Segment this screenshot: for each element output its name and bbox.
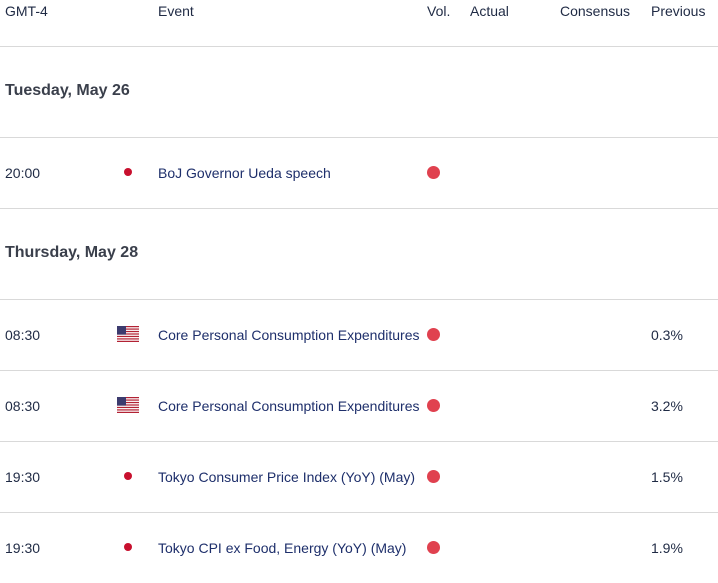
event-row[interactable]: 19:30 Tokyo CPI ex Food, Energy (YoY) (M… (0, 513, 718, 583)
previous-value: 1.5% (651, 469, 683, 485)
event-time: 19:30 (5, 540, 41, 556)
event-row[interactable]: 08:30 Core Personal Consumption Expendit… (0, 371, 718, 442)
event-row[interactable]: 19:30 Tokyo Consumer Price Index (YoY) (… (0, 442, 718, 513)
event-row[interactable]: 20:00 BoJ Governor Ueda speech (0, 138, 718, 209)
previous-value: 0.3% (651, 327, 683, 343)
event-time: 08:30 (5, 398, 41, 414)
us-flag-icon (117, 397, 139, 413)
volatility-high-icon (427, 328, 440, 341)
consensus-column-header: Consensus (560, 3, 631, 19)
us-flag-icon (117, 326, 139, 342)
volatility-high-icon (427, 399, 440, 412)
day-group-header: Tuesday, May 26 (0, 47, 718, 138)
day-label: Tuesday, May 26 (5, 82, 130, 99)
volatility-high-icon (427, 541, 440, 554)
previous-column-header: Previous (651, 3, 706, 19)
event-name-link[interactable]: Tokyo Consumer Price Index (YoY) (May) (158, 469, 424, 485)
event-name-link[interactable]: Core Personal Consumption Expenditures (158, 327, 424, 343)
day-label: Thursday, May 28 (5, 244, 139, 261)
event-column-header: Event (158, 3, 194, 19)
event-time: 19:30 (5, 469, 41, 485)
event-name-link[interactable]: BoJ Governor Ueda speech (158, 165, 424, 181)
actual-column-header: Actual (470, 3, 509, 19)
day-group-header: Thursday, May 28 (0, 209, 718, 300)
event-name-link[interactable]: Core Personal Consumption Expenditures (158, 398, 424, 414)
previous-value: 1.9% (651, 540, 683, 556)
previous-value: 3.2% (651, 398, 683, 414)
volatility-high-icon (427, 166, 440, 179)
table-header: GMT-4 Event Vol. Actual Consensus Previo… (0, 0, 718, 47)
event-time: 08:30 (5, 327, 41, 343)
timezone-header[interactable]: GMT-4 (5, 3, 48, 19)
event-row[interactable]: 08:30 Core Personal Consumption Expendit… (0, 300, 718, 371)
volatility-high-icon (427, 470, 440, 483)
volatility-column-header: Vol. (427, 3, 451, 19)
jp-flag-icon (117, 164, 139, 180)
jp-flag-icon (117, 539, 139, 555)
event-time: 20:00 (5, 165, 41, 181)
jp-flag-icon (117, 468, 139, 484)
event-name-link[interactable]: Tokyo CPI ex Food, Energy (YoY) (May) (158, 540, 424, 556)
